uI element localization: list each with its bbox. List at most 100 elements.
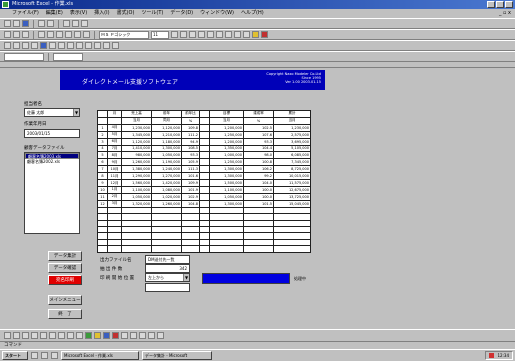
table-cell[interactable]: 1,420,000: [151, 179, 182, 187]
table-cell[interactable]: 12: [97, 199, 108, 208]
underline-icon[interactable]: [189, 31, 196, 38]
table-cell[interactable]: [181, 245, 200, 253]
align-right-icon[interactable]: [216, 31, 223, 38]
table-cell[interactable]: 1,350,000: [209, 144, 244, 153]
table-cell[interactable]: 1,300,000: [209, 199, 244, 208]
list-item[interactable]: 顧客名簿2002.xls: [25, 159, 79, 165]
autoshape-icon[interactable]: [22, 332, 29, 339]
table-cell[interactable]: [243, 245, 274, 253]
table-cell[interactable]: 1月: [107, 185, 122, 194]
start-button[interactable]: スタート: [2, 351, 28, 360]
table-cell[interactable]: 1: [97, 123, 108, 132]
table-cell[interactable]: 6月: [107, 137, 122, 146]
table-cell[interactable]: 2月: [107, 192, 122, 201]
align-left-icon[interactable]: [198, 31, 205, 38]
table-cell[interactable]: 1,000,000: [209, 151, 244, 160]
wordart-icon[interactable]: [76, 332, 83, 339]
table-cell[interactable]: 1,500,000: [209, 179, 244, 187]
table-cell[interactable]: 11,575,000: [273, 179, 311, 187]
menu-view[interactable]: 表示(V): [70, 9, 87, 18]
bold-icon[interactable]: [171, 31, 178, 38]
table-cell[interactable]: [121, 245, 152, 253]
table-cell[interactable]: 8,725,000: [273, 165, 311, 174]
table-cell[interactable]: 93.3: [181, 151, 200, 160]
table-cell[interactable]: 1,560,000: [121, 179, 152, 187]
table-cell[interactable]: 1,230,000: [273, 123, 311, 132]
table-cell[interactable]: 107.6: [243, 130, 274, 139]
table-cell[interactable]: 101.9: [181, 185, 200, 194]
table-cell[interactable]: [199, 179, 210, 187]
oval-icon[interactable]: [58, 332, 65, 339]
table-cell[interactable]: 月: [107, 110, 122, 118]
confirm-button[interactable]: データ確認: [48, 263, 82, 273]
menu-data[interactable]: データ(D): [170, 9, 193, 18]
menu-help[interactable]: ヘルプ(H): [241, 9, 264, 18]
menu-file[interactable]: ファイル(F): [12, 9, 39, 18]
table-cell[interactable]: 1,300,000: [151, 144, 182, 153]
paste-icon[interactable]: [81, 20, 88, 27]
table-cell[interactable]: [97, 110, 108, 118]
table-cell[interactable]: 累計: [273, 110, 311, 118]
menu-tools[interactable]: ツール(T): [141, 9, 163, 18]
table-cell[interactable]: [199, 151, 210, 160]
sum-icon[interactable]: [38, 31, 45, 38]
chart-icon[interactable]: [74, 31, 81, 38]
listbox-icon[interactable]: [67, 42, 74, 49]
rectangle-icon[interactable]: [49, 332, 56, 339]
spinner-icon[interactable]: [94, 42, 101, 49]
close-button[interactable]: [505, 1, 513, 8]
table-cell[interactable]: 目標: [209, 110, 244, 118]
table-cell[interactable]: 1,200,000: [209, 123, 244, 132]
table-cell[interactable]: [199, 123, 210, 132]
table-cell[interactable]: 前年: [151, 110, 182, 118]
table-cell[interactable]: 10: [97, 185, 108, 194]
table-cell[interactable]: 1,240,000: [151, 165, 182, 174]
formula-input[interactable]: [53, 52, 83, 61]
arrow-style-icon[interactable]: [139, 332, 146, 339]
document-controls[interactable]: _ ▫ x: [499, 9, 511, 18]
table-cell[interactable]: 102.9: [181, 192, 200, 201]
table-cell[interactable]: 111.3: [181, 165, 200, 174]
font-select[interactable]: ＭＳ Ｐゴシック: [99, 30, 149, 39]
table-cell[interactable]: 11: [97, 192, 108, 201]
table-cell[interactable]: 99.2: [243, 172, 274, 181]
table-cell[interactable]: [97, 245, 108, 253]
table-cell[interactable]: 15,045,000: [273, 199, 311, 208]
taskbar-item-data[interactable]: データ集計 - Microsoft: [142, 351, 212, 360]
table-cell[interactable]: 101.6: [181, 172, 200, 181]
table-cell[interactable]: [199, 130, 210, 139]
font-size-select[interactable]: 11: [151, 30, 169, 39]
table-cell[interactable]: [199, 116, 210, 125]
table-cell[interactable]: [199, 165, 210, 174]
table-cell[interactable]: 3,695,000: [273, 137, 311, 146]
table-cell[interactable]: 5月: [107, 130, 122, 139]
table-cell[interactable]: [199, 199, 210, 208]
table-cell[interactable]: [151, 245, 182, 253]
table-cell[interactable]: %: [243, 116, 274, 125]
table-cell[interactable]: 2: [97, 130, 108, 139]
form-icon[interactable]: [4, 42, 11, 49]
shadow-icon[interactable]: [148, 332, 155, 339]
table-cell[interactable]: 1,120,000: [151, 123, 182, 132]
table-cell[interactable]: [273, 245, 311, 253]
quicklaunch-icon[interactable]: [41, 352, 48, 359]
table-cell[interactable]: 104.4: [243, 144, 274, 153]
exit-button[interactable]: 終 了: [48, 309, 82, 319]
table-cell[interactable]: 1,260,000: [151, 199, 182, 208]
table-cell[interactable]: 1,410,000: [121, 144, 152, 153]
table-cell[interactable]: [209, 245, 244, 253]
table-cell[interactable]: 当月: [121, 116, 152, 125]
preview-icon[interactable]: [47, 20, 54, 27]
print-icon[interactable]: [38, 20, 45, 27]
fill-icon[interactable]: [94, 332, 101, 339]
table-cell[interactable]: 11月: [107, 172, 122, 181]
name-box[interactable]: [4, 52, 44, 61]
select-icon[interactable]: [13, 332, 20, 339]
taskbar-item-excel[interactable]: Microsoft Excel - 作業.xls: [61, 351, 139, 360]
checkbox-icon[interactable]: [49, 42, 56, 49]
table-cell[interactable]: 12月: [107, 179, 122, 187]
table-cell[interactable]: 1,210,000: [151, 130, 182, 139]
main-menu-button[interactable]: メインメニュー: [48, 295, 82, 305]
quicklaunch-icon[interactable]: [51, 352, 58, 359]
table-cell[interactable]: 1,050,000: [121, 192, 152, 201]
